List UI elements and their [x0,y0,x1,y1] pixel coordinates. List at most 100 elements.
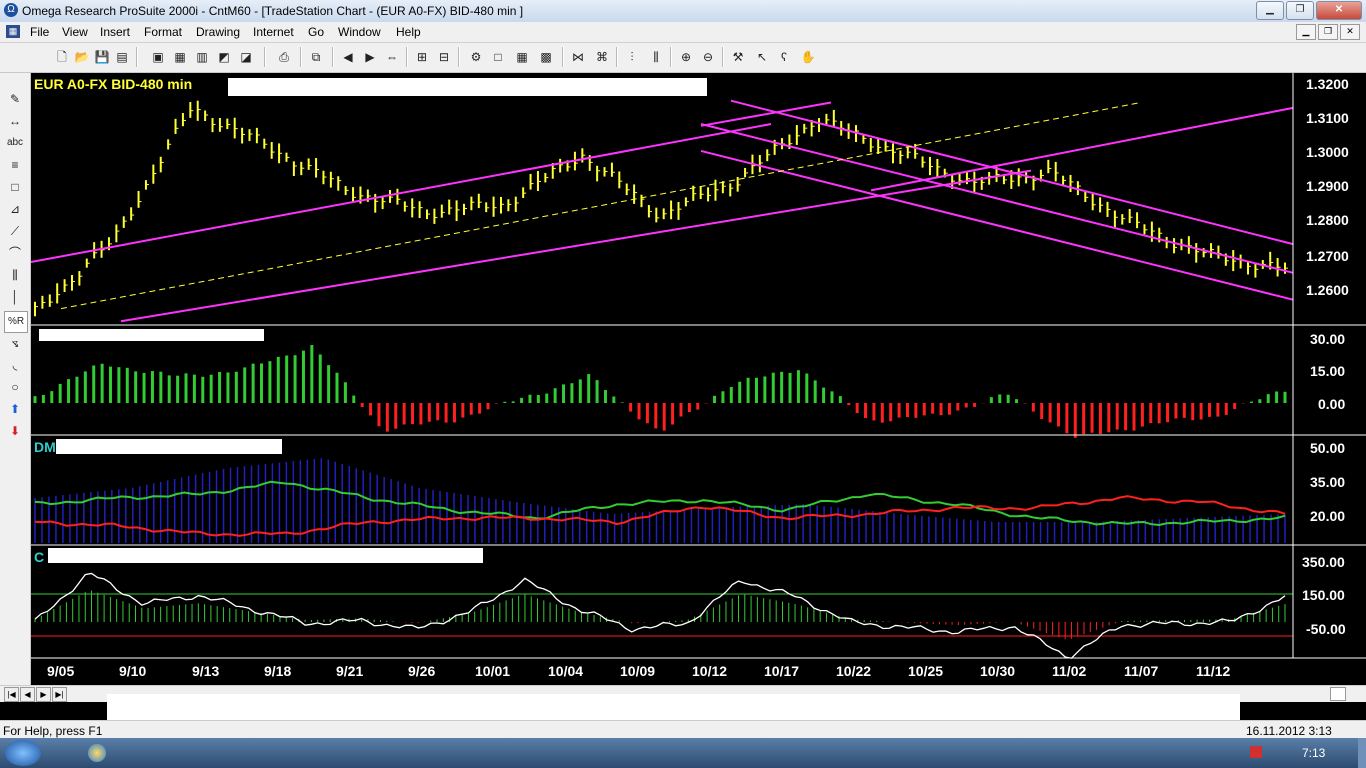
dmi-axis-label: 50.00 [1310,440,1346,456]
pencil-icon[interactable]: ✎ [4,89,26,109]
oscillator-panel [33,345,1287,438]
data-window-icon[interactable]: ▦ [514,49,530,65]
scroll-thumb[interactable] [1330,687,1346,701]
arc-icon[interactable]: ⌒ [4,243,26,263]
price-axis-label: 1.3000 [1306,144,1349,160]
vertical-line-icon[interactable]: │ [4,287,26,307]
mdi-close-button[interactable]: ✕ [1340,24,1360,40]
zoom-in-icon[interactable]: ⊕ [678,49,694,65]
table-icon[interactable]: ▩ [538,49,554,65]
workspace-icon[interactable]: ▤ [114,49,130,65]
start-button[interactable] [5,740,41,766]
mdi-minimize-button[interactable]: ▁ [1296,24,1316,40]
up-arrow-icon[interactable]: ⬆ [4,399,26,419]
window-icon[interactable]: □ [490,49,506,65]
cycle-lines-icon[interactable]: ⫼ [4,265,26,285]
new-icon[interactable]: 🗋 [54,49,70,65]
radar-screen-icon[interactable]: ▦ [172,49,188,65]
menu-drawing[interactable]: Drawing [196,25,240,39]
cci-panel [31,572,1293,659]
chart-window-icon[interactable]: ▣ [150,49,166,65]
date-label: 10/04 [548,663,584,679]
chart-style-icon[interactable]: ⋈ [570,49,586,65]
first-tab-button[interactable]: |◀ [4,687,19,702]
date-label: 9/05 [47,663,75,679]
taskbar: 7:13 [0,738,1366,768]
prev-tab-button[interactable]: ◀ [20,687,35,702]
open-icon[interactable]: 📂 [74,49,90,65]
tools-icon[interactable]: ⚒ [730,49,746,65]
rectangle-icon[interactable]: □ [4,177,26,197]
menu-insert[interactable]: Insert [100,25,130,39]
save-icon[interactable]: 💾 [94,49,110,65]
ellipse-icon[interactable]: ○ [4,377,26,397]
pattern-icon[interactable]: ⌘ [594,49,610,65]
format-icon[interactable]: ⚙ [468,49,484,65]
text-icon[interactable]: abc [4,133,26,153]
scroll-right-icon[interactable]: ▶ [362,49,378,65]
fibonacci-icon[interactable]: ⊿ [4,199,26,219]
print-icon[interactable]: ⎙ [276,49,292,65]
document-icon[interactable]: ▦ [6,25,20,38]
insert-indicator-icon[interactable]: ⊞ [414,49,430,65]
channel-line [120,169,1032,323]
insert-study-icon[interactable]: ⊟ [436,49,452,65]
menu-view[interactable]: View [62,25,88,39]
price-axis-label: 1.2700 [1306,248,1349,264]
redacted-block [228,78,707,96]
fan-icon[interactable]: ⟋ [4,221,26,241]
zoom-out-icon[interactable]: ⊖ [700,49,716,65]
copy-icon[interactable]: ⧉ [308,49,324,65]
mdi-restore-button[interactable]: ❐ [1318,24,1338,40]
maximize-button[interactable]: ❐ [1286,1,1314,20]
analysis-icon[interactable]: ◩ [216,49,232,65]
close-button[interactable]: ✕ [1316,1,1362,20]
minimize-button[interactable]: ▁ [1256,1,1284,20]
down-arrow-icon[interactable]: ⬇ [4,421,26,441]
next-tab-button[interactable]: ▶ [36,687,51,702]
window-controls: ▁ ❐ ✕ [1256,1,1362,20]
toolbar: 🗋 📂 💾 ▤ ▣ ▦ ▥ ◩ ◪ ⎙ ⧉ ◀ ▶ ⇔ ⊞ ⊟ ⚙ □ ▦ ▩ … [0,43,1366,73]
help-pointer-icon[interactable]: ʕ [776,49,792,65]
cci-axis-label: 350.00 [1302,554,1345,570]
grid-icon[interactable]: ▥ [194,49,210,65]
notification-icon[interactable] [1250,746,1262,758]
pointer-icon[interactable]: ↖ [754,49,770,65]
taskbar-clock: 7:13 [1302,746,1326,760]
price-panel [31,99,1294,323]
menu-file[interactable]: File [30,25,49,39]
menu-help[interactable]: Help [396,25,421,39]
dmi-panel [34,458,1286,543]
cci-axis-label: -50.00 [1306,621,1346,637]
menu-window[interactable]: Window [338,25,381,39]
gann-icon[interactable]: ⦪ [4,333,26,353]
status-help-text: For Help, press F1 [3,724,103,738]
percent-retracement-icon[interactable]: %R [4,311,28,333]
app-icon[interactable]: Ω [4,3,18,17]
date-label: 10/30 [980,663,1016,679]
expand-icon[interactable]: ⇔ [384,49,400,65]
bar-icon[interactable]: ⫶ [624,49,640,65]
menu-format[interactable]: Format [144,25,182,39]
redacted-block [56,439,282,454]
date-label: 10/09 [620,663,656,679]
scroll-left-icon[interactable]: ◀ [340,49,356,65]
horizontal-line-icon[interactable]: ↔ [4,111,26,131]
hand-icon[interactable]: ✋ [800,49,816,65]
mdi-controls: ▁ ❐ ✕ [1296,24,1360,40]
lines-icon[interactable]: ≡ [4,155,26,175]
option-icon[interactable]: ◪ [238,49,254,65]
channel-line [870,106,1294,192]
menu-internet[interactable]: Internet [253,25,294,39]
browser-icon[interactable] [88,744,106,762]
price-panel-title: EUR A0-FX BID-480 min [34,76,193,92]
oscillator-axis-label: 15.00 [1310,363,1346,379]
oscillator-axis-label: 0.00 [1318,396,1346,412]
curve-icon[interactable]: ◟ [4,355,26,375]
menu-go[interactable]: Go [308,25,324,39]
last-tab-button[interactable]: ▶| [52,687,67,702]
show-desktop-button[interactable] [1358,738,1366,768]
date-label: 9/21 [336,663,364,679]
chart-area[interactable]: EUR A0-FX BID-480 min DM C 1.3200 1.3100… [31,73,1366,685]
bar-spacing-icon[interactable]: ⫼ [648,49,664,65]
